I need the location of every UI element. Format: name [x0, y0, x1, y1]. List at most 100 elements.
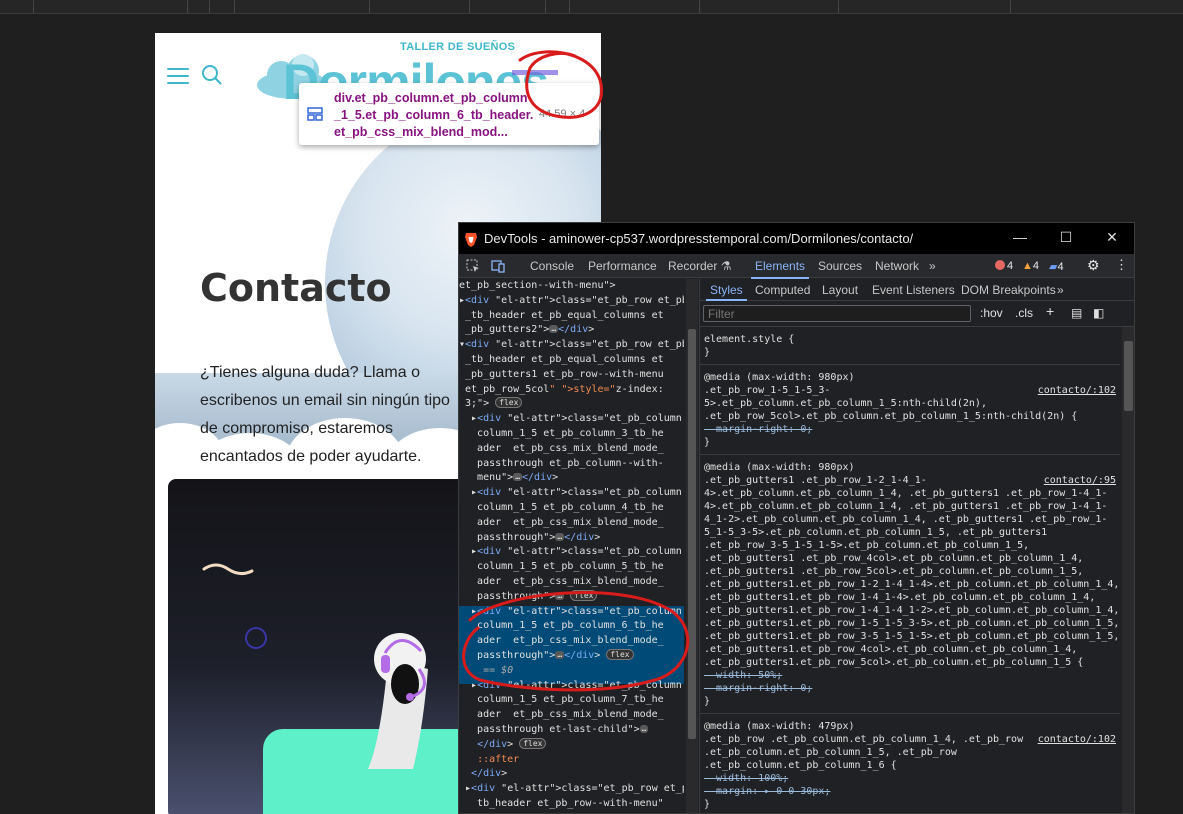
dom-node-line[interactable]: </div> flex: [459, 737, 684, 753]
grid-layout-icon: [307, 107, 323, 121]
dom-node-line[interactable]: passthrough et-last-child">…: [459, 723, 684, 738]
error-count-badge[interactable]: 4: [995, 260, 1013, 272]
subtab-styles[interactable]: Styles: [706, 283, 747, 301]
styles-scrollbar[interactable]: [1122, 327, 1134, 813]
css-source-link[interactable]: contacto/:102: [1038, 733, 1116, 746]
css-rule[interactable]: @media (max-width: 980px) .et_pb_gutters…: [700, 459, 1120, 714]
dom-node-line[interactable]: _tb_header et_pb_equal_columns et: [459, 309, 684, 324]
styles-filter-row: :hov .cls + ▤ ◧: [700, 301, 1134, 327]
device-toolbar-icon[interactable]: [491, 259, 505, 273]
class-toggle[interactable]: .cls: [1015, 306, 1033, 320]
tab-network[interactable]: Network: [875, 259, 919, 273]
dom-node-line[interactable]: ▸<div "el-attr">class="et_pb_column et_p…: [459, 412, 684, 427]
tab-recorder[interactable]: Recorder ⚗: [668, 259, 731, 273]
dom-node-line[interactable]: ▸<div "el-attr">class="et_pb_column et_p…: [459, 545, 684, 560]
dom-node-line[interactable]: == $0: [459, 664, 684, 679]
hamburger-menu-icon[interactable]: [167, 68, 189, 84]
dom-node-line[interactable]: passthrough">… </div> flex: [459, 649, 684, 664]
dom-node-line[interactable]: ader et_pb_css_mix_blend_mode_: [459, 442, 684, 457]
minimize-button[interactable]: —: [1010, 229, 1030, 247]
dom-node-line[interactable]: column_1_5 et_pb_column_6_tb_he: [459, 619, 684, 634]
warning-count: 4: [1032, 260, 1040, 272]
dom-node-line[interactable]: ▸<div "el-attr">class="et_pb_column et_p…: [459, 605, 684, 620]
dom-node-line[interactable]: ▾<div "el-attr">class="et_pb_row et_pb_r…: [459, 338, 684, 353]
subtab-dom-breakpoints[interactable]: DOM Breakpoints: [961, 283, 1056, 297]
tab-performance[interactable]: Performance: [588, 259, 657, 273]
dom-tree-scrollbar[interactable]: [686, 279, 698, 813]
inspect-tooltip: div.et_pb_column.et_pb_column _1_5.et_pb…: [299, 83, 599, 145]
devtools-title: DevTools - aminower-cp537.wordpresstempo…: [484, 231, 914, 246]
styles-pane: Styles Computed Layout Event Listeners D…: [699, 279, 1134, 813]
devtools-titlebar[interactable]: DevTools - aminower-cp537.wordpresstempo…: [459, 223, 1134, 254]
css-rule[interactable]: @media (max-width: 479px) .et_pb_row .et…: [700, 718, 1120, 813]
tab-console[interactable]: Console: [530, 259, 574, 273]
more-tabs-button[interactable]: »: [929, 259, 936, 273]
dom-node-line[interactable]: _pb_gutters2">… </div>: [459, 323, 684, 338]
subtab-layout[interactable]: Layout: [822, 283, 858, 297]
more-options-icon[interactable]: ⋮: [1115, 257, 1128, 273]
dom-node-line[interactable]: ader et_pb_css_mix_blend_mode_: [459, 575, 684, 590]
tooltip-selector: div.et_pb_column.et_pb_column _1_5.et_pb…: [334, 90, 534, 141]
dom-node-line[interactable]: ader et_pb_css_mix_blend_mode_: [459, 634, 684, 649]
dom-node-line[interactable]: column_1_5 et_pb_column_4_tb_he: [459, 501, 684, 516]
dom-node-line[interactable]: ▸<div "el-attr">class="et_pb_row et_pb_r…: [459, 782, 684, 797]
styles-subtabs: Styles Computed Layout Event Listeners D…: [700, 279, 1134, 301]
tooltip-selector-line: _1_5.et_pb_column_6_tb_header.: [334, 108, 534, 122]
error-icon: [995, 260, 1005, 270]
css-rule[interactable]: element.style { }: [700, 331, 1120, 365]
tooltip-selector-line: div.et_pb_column.et_pb_column: [334, 91, 528, 105]
dom-node-line[interactable]: tb_header et_pb_row--with-menu": [459, 797, 684, 812]
settings-gear-icon[interactable]: ⚙: [1087, 257, 1100, 274]
dom-node-line[interactable]: et_pb_row_5col" ">style="z-index:: [459, 383, 684, 398]
dom-node-line[interactable]: column_1_5 et_pb_column_5_tb_he: [459, 560, 684, 575]
close-window-button[interactable]: ✕: [1102, 229, 1122, 247]
dom-node-line[interactable]: _pb_gutters1 et_pb_row--with-menu: [459, 368, 684, 383]
css-rule[interactable]: @media (max-width: 980px) .et_pb_row_1-5…: [700, 369, 1120, 455]
new-rule-plus-icon[interactable]: +: [1046, 303, 1054, 319]
dom-node-line[interactable]: ▸<div "el-attr">class="et_pb_row et_pb_r…: [459, 294, 684, 309]
search-icon[interactable]: [200, 63, 224, 87]
more-subtabs-button[interactable]: »: [1057, 283, 1064, 297]
paint-brush-icon[interactable]: ▤: [1071, 306, 1082, 320]
dom-node-line[interactable]: column_1_5 et_pb_column_7_tb_he: [459, 693, 684, 708]
tab-sources[interactable]: Sources: [818, 259, 862, 273]
dom-node-line[interactable]: passthrough">… </div>: [459, 531, 684, 546]
squiggle-decoration: [202, 563, 254, 576]
subtab-event-listeners[interactable]: Event Listeners: [872, 283, 955, 297]
tab-elements[interactable]: Elements: [750, 259, 810, 279]
css-source-link[interactable]: contacto/:95: [1044, 474, 1116, 487]
dom-node-line[interactable]: ▸<div "el-attr">class="et_pb_column et_p…: [459, 486, 684, 501]
dom-node-line[interactable]: passthrough et_pb_column--with-: [459, 457, 684, 472]
sidebar-toggle-icon[interactable]: ◧: [1093, 306, 1104, 320]
dom-node-line[interactable]: ader et_pb_css_mix_blend_mode_: [459, 708, 684, 723]
warning-count-badge[interactable]: ▲4: [1022, 260, 1039, 272]
dom-node-line[interactable]: et_pb_section--with-menu">: [459, 279, 684, 294]
dom-tree-panel[interactable]: et_pb_section--with-menu"> ▸<div "el-attr…: [459, 279, 684, 813]
inspected-element-highlight: [512, 70, 558, 75]
css-rule-text: @media (max-width: 479px) .et_pb_row .et…: [704, 721, 1024, 810]
dom-node-line[interactable]: 3;"> flex: [459, 397, 684, 412]
subtab-computed[interactable]: Computed: [755, 283, 810, 297]
issues-count-badge[interactable]: ▰4: [1049, 260, 1064, 273]
style-rules-list[interactable]: element.style { } @media (max-width: 980p…: [700, 327, 1120, 813]
styles-filter-input[interactable]: [703, 305, 971, 322]
dom-node-line[interactable]: column_1_5 et_pb_column_3_tb_he: [459, 427, 684, 442]
dom-node-line[interactable]: </div>: [459, 767, 684, 782]
tooltip-selector-line: et_pb_css_mix_blend_mod...: [334, 125, 508, 139]
hover-state-toggle[interactable]: :hov: [980, 306, 1003, 320]
inspect-element-icon[interactable]: [466, 259, 480, 273]
dom-node-line[interactable]: ader et_pb_css_mix_blend_mode_: [459, 516, 684, 531]
dom-node-line[interactable]: _tb_header et_pb_equal_columns et: [459, 353, 684, 368]
maximize-button[interactable]: ☐: [1056, 229, 1076, 247]
issues-count: 4: [1057, 261, 1064, 273]
css-source-link[interactable]: contacto/:102: [1038, 384, 1116, 397]
dom-node-line[interactable]: passthrough">… flex: [459, 589, 684, 605]
css-rule-text: element.style { }: [704, 334, 795, 358]
devtools-main-toolbar: Console Performance Recorder ⚗ Elements …: [459, 254, 1134, 279]
dom-node-line[interactable]: menu">… </div>: [459, 471, 684, 486]
tab-recorder-label: Recorder: [668, 259, 718, 273]
devtools-window: DevTools - aminower-cp537.wordpresstempo…: [458, 222, 1135, 814]
dom-node-line[interactable]: ▸<div "el-attr">class="et_pb_column et_p…: [459, 679, 684, 694]
page-title: Contacto: [200, 266, 392, 310]
dom-node-line[interactable]: ::after: [459, 753, 684, 768]
